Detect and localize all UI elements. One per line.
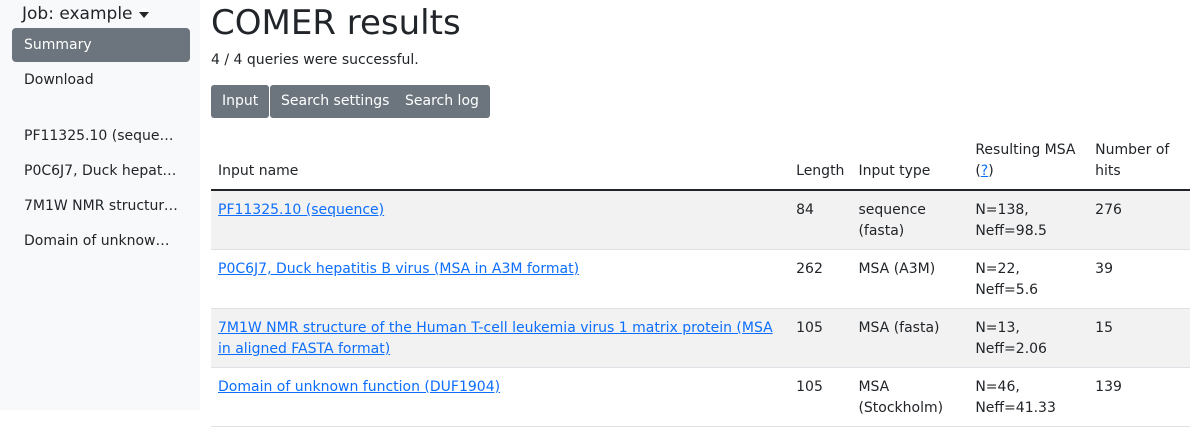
hits-cell: 15 <box>1088 308 1190 368</box>
page-title: COMER results <box>211 3 461 43</box>
header-number-of-hits: Number of hits <box>1088 136 1190 191</box>
nav-item-download[interactable]: Download <box>12 63 190 97</box>
table-row: PF11325.10 (sequence) 84 sequence (fasta)… <box>211 190 1190 250</box>
length-cell: 105 <box>789 367 852 427</box>
sidebar: Job: example Summary Download PF11325.10… <box>0 0 200 410</box>
length-cell: 105 <box>789 308 852 368</box>
status-text: 4 / 4 queries were successful. <box>211 52 419 68</box>
job-dropdown[interactable]: Job: example <box>22 4 149 24</box>
msa-text: N=138, <box>975 202 1029 218</box>
hits-cell: 139 <box>1088 367 1190 427</box>
input-type-cell: MSA (fasta) <box>851 308 969 368</box>
search-settings-button[interactable]: Search settings <box>270 85 401 118</box>
input-type-text: MSA <box>858 379 890 395</box>
header-length: Length <box>789 136 852 191</box>
query-link[interactable]: P0C6J7, Duck hepatitis B virus (MSA in A… <box>218 261 579 277</box>
input-type-cell: sequence (fasta) <box>851 190 969 250</box>
msa-cell: N=13, Neff=2.06 <box>968 308 1089 368</box>
nav-item-summary[interactable]: Summary <box>12 28 190 62</box>
hits-cell: 39 <box>1088 249 1190 309</box>
hits-cell: 276 <box>1088 190 1190 250</box>
header-input-name: Input name <box>211 136 790 191</box>
msa-cell: N=22, Neff=5.6 <box>968 249 1089 309</box>
job-label: Job: example <box>22 4 133 24</box>
header-number-of-hits-label: hits <box>1095 163 1121 179</box>
header-resulting-msa: Resulting MSA (?) <box>968 136 1089 191</box>
query-link[interactable]: Domain of unknown function (DUF1904) <box>218 379 500 395</box>
caret-down-icon <box>138 12 149 18</box>
msa-text: Neff=41.33 <box>975 400 1056 416</box>
input-type-cell: MSA (A3M) <box>851 249 969 309</box>
query-link[interactable]: PF11325.10 (sequence) <box>218 202 384 218</box>
input-type-text: (Stockholm) <box>858 400 944 416</box>
msa-help-link[interactable]: ? <box>981 163 988 179</box>
header-resulting-msa-label: Resulting MSA <box>975 142 1076 158</box>
table-header-row: Input name Length Input type Resulting M… <box>211 136 1190 191</box>
header-number-of-hits-label: Number of <box>1095 142 1170 158</box>
header-input-type: Input type <box>851 136 969 191</box>
table-row: P0C6J7, Duck hepatitis B virus (MSA in A… <box>211 249 1190 309</box>
length-cell: 262 <box>789 249 852 309</box>
msa-cell: N=46, Neff=41.33 <box>968 367 1089 427</box>
table-row: 7M1W NMR structure of the Human T-cell l… <box>211 308 1190 368</box>
msa-cell: N=138, Neff=98.5 <box>968 190 1089 250</box>
input-button[interactable]: Input <box>211 85 270 118</box>
input-type-text: sequence <box>858 202 926 218</box>
nav-item-query[interactable]: PF11325.10 (sequence) <box>12 119 190 153</box>
nav-item-query[interactable]: P0C6J7, Duck hepatitis B virus (MSA in A… <box>12 154 190 188</box>
search-log-button[interactable]: Search log <box>394 85 490 118</box>
nav-item-query[interactable]: Domain of unknown function (DUF1904) <box>12 224 190 258</box>
input-type-cell: MSA (Stockholm) <box>851 367 969 427</box>
msa-text: Neff=98.5 <box>975 223 1047 239</box>
table-row: Domain of unknown function (DUF1904) 105… <box>211 367 1190 427</box>
query-link[interactable]: 7M1W NMR structure of the Human T-cell l… <box>218 320 773 357</box>
nav-item-query[interactable]: 7M1W NMR structure of the Human T-cell l… <box>12 189 190 223</box>
results-table: Input name Length Input type Resulting M… <box>211 136 1190 427</box>
input-type-text: (fasta) <box>858 223 905 239</box>
length-cell: 84 <box>789 190 852 250</box>
msa-text: N=46, <box>975 379 1020 395</box>
